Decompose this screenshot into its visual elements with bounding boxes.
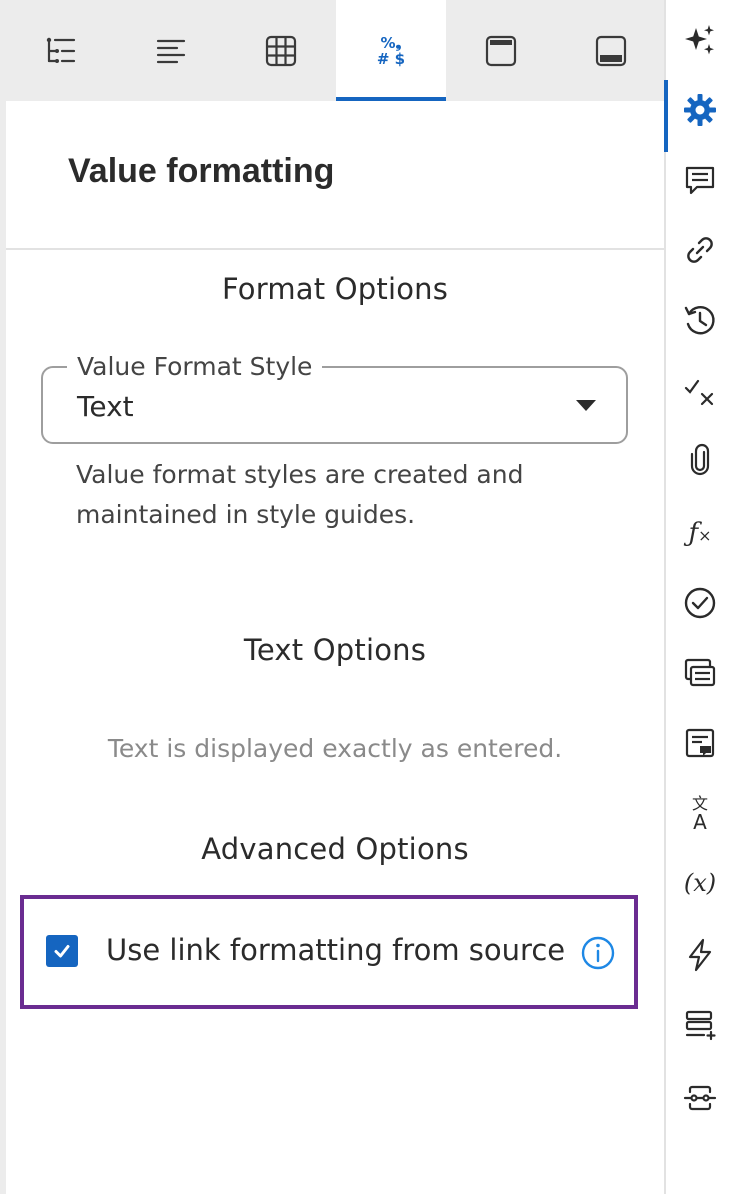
rail-item-attachments[interactable] [666, 430, 734, 490]
function-icon-glyph: ƒ [688, 518, 699, 548]
connector-icon [683, 1085, 717, 1111]
checkmark-icon [54, 945, 70, 958]
lightning-icon [688, 938, 712, 972]
rail-item-comments[interactable] [666, 150, 734, 210]
value-format-icon: %❟ # $ [377, 35, 405, 67]
select-legend: Value Format Style [67, 353, 323, 381]
tab-value-format[interactable]: %❟ # $ [336, 0, 446, 101]
panel-title: Value formatting [68, 152, 335, 190]
function-icon-subscript: × [698, 526, 712, 545]
tab-tree[interactable] [6, 0, 116, 101]
check-circle-icon [684, 587, 716, 619]
list-tree-icon [46, 37, 76, 63]
window-footer-icon [595, 35, 627, 66]
value-format-style-select[interactable]: Value Format Style Text [41, 353, 628, 444]
rail-item-settings[interactable] [664, 80, 734, 152]
format-panel: %❟ # $ Value formatting Format Options V… [6, 0, 664, 1194]
list-add-icon [685, 1010, 716, 1041]
rail-item-functions[interactable]: ƒ× [666, 503, 734, 563]
link-formatting-option: Use link formatting from source [20, 895, 638, 1009]
variable-icon: (x) [683, 869, 717, 897]
rail-item-connectors[interactable] [666, 1068, 734, 1128]
note-icon [685, 728, 715, 758]
table-grid-icon [265, 35, 297, 66]
tab-footer[interactable] [556, 0, 666, 101]
paperclip-icon [690, 443, 710, 476]
right-rail: ƒ× 文 A (x) [664, 0, 734, 1194]
tab-table[interactable] [226, 0, 336, 101]
gear-icon [684, 94, 716, 126]
info-icon[interactable] [580, 935, 616, 971]
title-divider [6, 248, 664, 250]
translate-icon-bottom: A [693, 810, 707, 834]
rail-item-approvals[interactable] [666, 360, 734, 420]
function-icon: ƒ× [688, 518, 711, 548]
rail-item-links[interactable] [666, 220, 734, 280]
format-options-heading: Format Options [221, 272, 449, 306]
rail-item-notes[interactable] [666, 713, 734, 773]
rail-item-messages[interactable] [666, 643, 734, 703]
rail-item-translate[interactable]: 文 A [666, 783, 734, 843]
value-format-glyph-top: %❟ [380, 33, 402, 52]
link-icon [687, 237, 713, 263]
rail-item-tasks[interactable] [666, 573, 734, 633]
rail-item-automation[interactable] [666, 925, 734, 985]
panel-tabbar: %❟ # $ [6, 0, 664, 101]
text-options-description: Text is displayed exactly as entered. [107, 734, 563, 763]
sparkle-icon [685, 25, 714, 55]
caret-down-icon[interactable] [576, 400, 596, 411]
tab-header[interactable] [446, 0, 556, 101]
check-cross-icon [684, 379, 714, 406]
advanced-options-heading: Advanced Options [201, 832, 469, 866]
comment-icon [685, 166, 715, 195]
link-formatting-checkbox[interactable] [46, 935, 78, 967]
format-style-helper-text: Value format styles are created and main… [76, 460, 524, 529]
history-icon [684, 306, 715, 335]
text-options-heading: Text Options [243, 633, 427, 667]
window-header-icon [485, 35, 517, 66]
value-format-glyph-bottom: # $ [376, 49, 406, 68]
messages-icon [684, 658, 716, 687]
tab-align[interactable] [116, 0, 226, 101]
select-value: Text [77, 390, 134, 423]
rail-item-history[interactable] [666, 290, 734, 350]
rail-item-ai[interactable] [666, 10, 734, 70]
rail-item-list[interactable] [666, 995, 734, 1055]
translate-icon: 文 A [692, 795, 708, 834]
rail-item-variables[interactable]: (x) [666, 853, 734, 913]
link-formatting-label[interactable]: Use link formatting from source [106, 933, 565, 967]
align-left-icon [156, 39, 186, 63]
